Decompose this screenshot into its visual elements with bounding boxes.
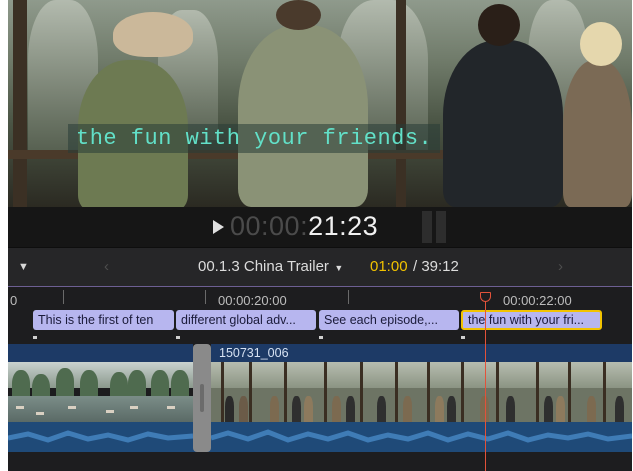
caption-clip-selected[interactable]: the fun with your fri... bbox=[461, 310, 602, 330]
project-title-menu[interactable]: 00.1.3 China Trailer ▼ bbox=[198, 258, 343, 275]
filmstrip-frame bbox=[211, 362, 264, 422]
clip-b-header[interactable]: 150731_006 bbox=[211, 344, 632, 362]
meter-bar-right bbox=[436, 211, 446, 243]
straw-hat bbox=[113, 12, 193, 57]
project-title: 00.1.3 China Trailer bbox=[198, 258, 329, 275]
person-head bbox=[276, 0, 321, 30]
ruler-tick bbox=[63, 290, 64, 304]
filmstrip-frame bbox=[100, 362, 147, 422]
clip-a-header[interactable] bbox=[8, 344, 193, 362]
person-head bbox=[580, 22, 622, 66]
subtitle-overlay: the fun with your friends. bbox=[68, 124, 441, 153]
audio-waveform-lane[interactable] bbox=[8, 422, 632, 452]
meter-bar-left bbox=[422, 211, 432, 243]
caption-marker bbox=[461, 336, 465, 339]
tree-trunk bbox=[396, 0, 406, 207]
trim-edit-handle[interactable] bbox=[193, 344, 211, 452]
caption-marker bbox=[176, 336, 180, 339]
timeline-header: ▼ ‹ 00.1.3 China Trailer ▼ 01:00 / 39:12… bbox=[8, 247, 632, 287]
filmstrip-frame bbox=[421, 362, 474, 422]
audio-waveform bbox=[8, 429, 632, 443]
filmstrip-frame bbox=[316, 362, 369, 422]
filmstrip-frame bbox=[369, 362, 421, 422]
chevron-left-icon[interactable]: ‹ bbox=[104, 258, 109, 275]
timecode-dim: 00:00: bbox=[230, 211, 309, 241]
clip-name: 150731_006 bbox=[219, 346, 289, 360]
chevron-right-icon[interactable]: › bbox=[558, 258, 563, 275]
ruler-tick bbox=[348, 290, 349, 304]
caption-clip[interactable]: This is the first of ten bbox=[33, 310, 174, 330]
audio-meter bbox=[422, 211, 448, 243]
caption-clip[interactable]: See each episode,... bbox=[319, 310, 459, 330]
tree-trunk bbox=[13, 0, 27, 207]
filmstrip-frame bbox=[264, 362, 316, 422]
filmstrip-frame bbox=[147, 362, 193, 422]
ruler-label: 00:00:20:00 bbox=[218, 293, 287, 308]
transport-bar: 00:00:21:23 bbox=[8, 207, 632, 247]
filmstrip-frame bbox=[579, 362, 632, 422]
captions-lane: This is the first of ten different globa… bbox=[8, 310, 632, 340]
timeline-divider bbox=[8, 286, 632, 287]
timecode-display[interactable]: 00:00:21:23 bbox=[230, 211, 378, 242]
ruler-tick bbox=[205, 290, 206, 304]
person-head bbox=[478, 4, 520, 46]
ruler-label: 0 bbox=[10, 293, 18, 308]
playhead-line bbox=[485, 293, 486, 471]
chevron-down-icon[interactable]: ▼ bbox=[18, 261, 29, 273]
filmstrip-frame bbox=[8, 362, 54, 422]
timeline-ruler[interactable]: 0 00:00:20:00 00:00:22:00 bbox=[8, 286, 632, 310]
ruler-label: 00:00:22:00 bbox=[503, 293, 572, 308]
caption-marker bbox=[33, 336, 37, 339]
total-duration: / 39:12 bbox=[413, 258, 459, 275]
final-cut-window: the fun with your friends. 00:00:21:23 ▼… bbox=[8, 0, 632, 471]
filmstrip-frame bbox=[526, 362, 579, 422]
current-duration: 01:00 bbox=[370, 258, 408, 275]
video-viewer[interactable]: the fun with your friends. bbox=[8, 0, 632, 207]
person-blonde bbox=[563, 60, 632, 207]
clip-a-filmstrip[interactable] bbox=[8, 362, 193, 422]
person-backpack bbox=[443, 40, 563, 207]
filmstrip-frame bbox=[474, 362, 526, 422]
person-center bbox=[238, 25, 368, 207]
timeline-bottom-area bbox=[8, 452, 632, 471]
caption-clip[interactable]: different global adv... bbox=[176, 310, 316, 330]
play-icon[interactable] bbox=[213, 220, 224, 234]
filmstrip-frame bbox=[54, 362, 100, 422]
chevron-down-icon: ▼ bbox=[331, 263, 344, 273]
timecode-bright: 21:23 bbox=[308, 211, 379, 241]
clip-b-filmstrip[interactable] bbox=[211, 362, 632, 422]
caption-marker bbox=[319, 336, 323, 339]
